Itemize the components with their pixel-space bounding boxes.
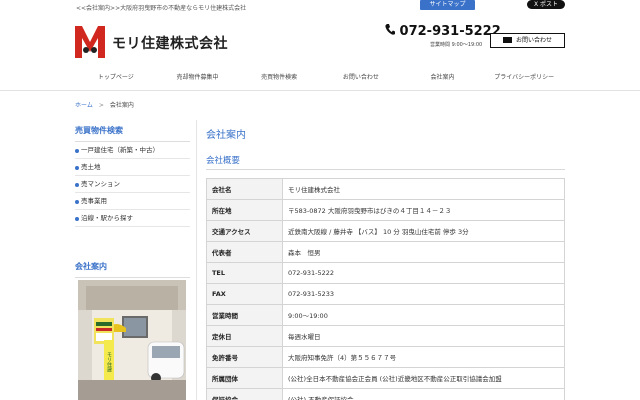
- section-title: 会社概要: [206, 156, 241, 166]
- sidebar-item-business[interactable]: 売事業用: [75, 193, 190, 210]
- sidebar-search-heading: 売買物件検索: [75, 125, 190, 142]
- company-name[interactable]: モリ住建株式会社: [112, 33, 228, 53]
- row-value: (公社)全日本不動産協会正会員 (公社)近畿地区不動産公正取引協議会加盟: [282, 367, 565, 389]
- company-logo-icon[interactable]: [75, 26, 105, 58]
- table-row: TEL 072-931-5222: [206, 262, 565, 284]
- table-row: 営業時間 9:00～19:00: [206, 304, 565, 326]
- row-value: 毎週水曜日: [282, 325, 565, 347]
- table-row: 交通アクセス 近鉄南大阪線 / 藤井寺 【バス】 10 分 羽曳山住宅前 停歩 3…: [206, 220, 565, 242]
- sidebar-company-heading: 会社案内: [75, 261, 190, 278]
- header-divider: [0, 90, 640, 91]
- mail-icon: [502, 37, 512, 43]
- x-post-button[interactable]: X ポスト: [527, 0, 565, 9]
- content-divider: [196, 120, 197, 400]
- nav-item-property-search[interactable]: 売買物件検索: [238, 70, 320, 86]
- breadcrumb: ホーム > 会社案内: [75, 100, 134, 109]
- row-key: 代表者: [206, 241, 283, 263]
- row-key: 免許番号: [206, 346, 283, 368]
- row-key: 営業時間: [206, 304, 283, 326]
- sidebar-item-land[interactable]: 売土地: [75, 159, 190, 176]
- row-value: 近鉄南大阪線 / 藤井寺 【バス】 10 分 羽曳山住宅前 停歩 3分: [282, 220, 565, 242]
- row-key: 交通アクセス: [206, 220, 283, 242]
- nav-item-contact[interactable]: お問い合わせ: [320, 70, 402, 86]
- contact-button[interactable]: お問い合わせ: [490, 33, 565, 48]
- phone-number-text: 072-931-5222: [399, 24, 501, 39]
- sidebar-item-mansion[interactable]: 売マンション: [75, 176, 190, 193]
- row-key: 定休日: [206, 325, 283, 347]
- row-value: 森本 恒男: [282, 241, 565, 263]
- row-value: 072-931-5233: [282, 283, 565, 305]
- phone-number[interactable]: 072-931-5222: [385, 24, 501, 39]
- row-key: 所属団体: [206, 367, 283, 389]
- table-row: 保証協会 (公社) 不動産保証協会: [206, 388, 565, 400]
- top-strip: <<会社案内>>大阪府羽曳野市の不動産ならモリ住建株式会社 サイトマップ X ポ…: [0, 0, 640, 14]
- table-row: 定休日 毎週水曜日: [206, 325, 565, 347]
- row-key: FAX: [206, 283, 283, 305]
- row-value: 大阪府知事免許（4）第５５６７７号: [282, 346, 565, 368]
- breadcrumb-separator: >: [98, 102, 104, 109]
- table-row: FAX 072-931-5233: [206, 283, 565, 305]
- sidebar: 売買物件検索 一戸建住宅（新築・中古） 売土地 売マンション 売事業用 沿線・駅…: [75, 125, 190, 227]
- site-tagline: <<会社案内>>大阪府羽曳野市の不動産ならモリ住建株式会社: [76, 5, 247, 12]
- nav-item-company[interactable]: 会社案内: [402, 70, 484, 86]
- sidebar-item-by-line[interactable]: 沿線・駅から探す: [75, 210, 190, 227]
- section-underline: [206, 169, 565, 170]
- row-key: TEL: [206, 262, 283, 284]
- contact-button-label: お問い合わせ: [515, 37, 552, 44]
- table-row: 所属団体 (公社)全日本不動産協会正会員 (公社)近畿地区不動産公正取引協議会加盟: [206, 367, 565, 389]
- row-key: 保証協会: [206, 388, 283, 400]
- row-value: モリ住建株式会社: [282, 178, 565, 200]
- row-key: 会社名: [206, 178, 283, 200]
- sitemap-button[interactable]: サイトマップ: [420, 0, 475, 10]
- table-row: 代表者 森本 恒男: [206, 241, 565, 263]
- sidebar-search-list: 一戸建住宅（新築・中古） 売土地 売マンション 売事業用 沿線・駅から探す: [75, 142, 190, 227]
- company-info-table: 会社名 モリ住建株式会社 所在地 〒583-0872 大阪府羽曳野市はびきの４丁目１…: [206, 178, 565, 400]
- table-row: 所在地 〒583-0872 大阪府羽曳野市はびきの４丁目１４－２３: [206, 199, 565, 221]
- page-title: 会社案内: [206, 130, 246, 141]
- row-value: 〒583-0872 大阪府羽曳野市はびきの４丁目１４－２３: [282, 199, 565, 221]
- business-hours: 営業時間 9:00～19:00: [430, 42, 483, 48]
- nav-item-sell-listing[interactable]: 売却物件募集中: [157, 70, 239, 86]
- phone-icon: [385, 24, 395, 35]
- sidebar-item-houses[interactable]: 一戸建住宅（新築・中古）: [75, 142, 190, 159]
- row-value: (公社) 不動産保証協会: [282, 388, 565, 400]
- nav-item-top[interactable]: トップページ: [75, 70, 157, 86]
- shop-sign-text: モリ住建: [106, 352, 112, 373]
- shop-photo: モリ住建: [78, 280, 186, 400]
- row-value: 072-931-5222: [282, 262, 565, 284]
- breadcrumb-current: 会社案内: [109, 102, 134, 109]
- breadcrumb-home[interactable]: ホーム: [75, 102, 93, 109]
- global-nav: トップページ 売却物件募集中 売買物件検索 お問い合わせ 会社案内 プライバシー…: [75, 70, 565, 86]
- row-value: 9:00～19:00: [282, 304, 565, 326]
- nav-item-privacy[interactable]: プライバシーポリシー: [483, 70, 565, 86]
- site-header: モリ住建株式会社 072-931-5222 営業時間 9:00～19:00 お問…: [0, 18, 640, 68]
- row-key: 所在地: [206, 199, 283, 221]
- table-row: 会社名 モリ住建株式会社: [206, 178, 565, 200]
- table-row: 免許番号 大阪府知事免許（4）第５５６７７号: [206, 346, 565, 368]
